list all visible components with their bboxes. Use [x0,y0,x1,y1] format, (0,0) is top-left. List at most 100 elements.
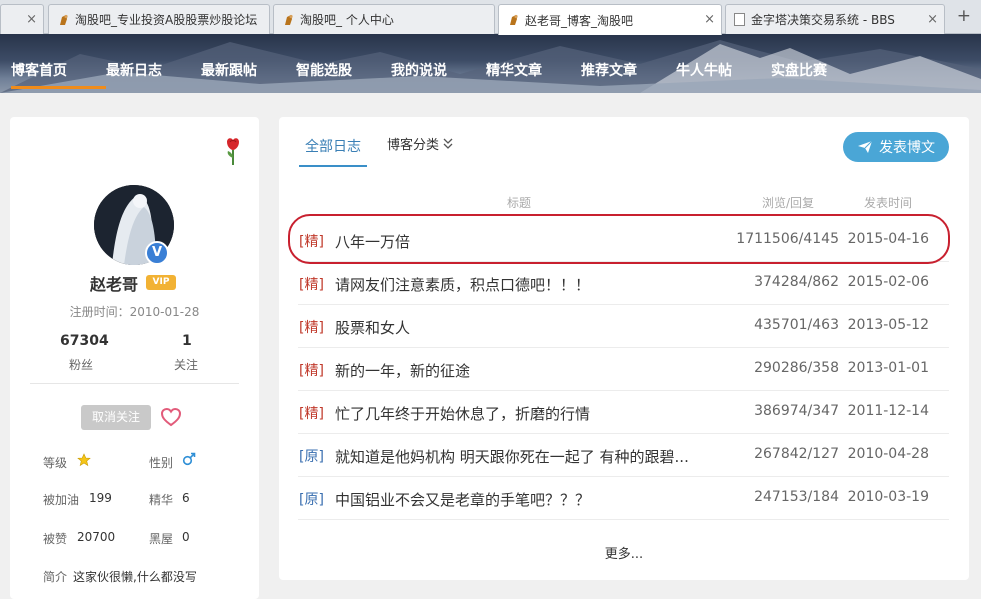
paper-plane-icon [858,140,873,153]
post-tag: [精] [299,234,324,250]
post-views: 374284/862 [754,274,839,290]
post-title-link[interactable]: 股票和女人 [335,317,730,338]
new-tab-button[interactable]: + [957,6,971,26]
post-views: 267842/127 [754,446,839,462]
post-views: 247153/184 [754,489,839,505]
site-banner: 博客首页 最新日志 最新跟帖 智能选股 我的说说 精华文章 推荐文章 牛人牛帖 … [0,34,981,93]
post-title-link[interactable]: 中国铝业不会又是老章的手笔吧？？？ [335,489,730,510]
browser-tab-personal-center[interactable]: 淘股吧_ 个人中心 [273,4,495,34]
browser-tab-title: 淘股吧_ 个人中心 [300,13,394,27]
close-icon[interactable]: × [704,12,715,27]
column-header-views: 浏览/回复 [762,196,815,210]
browser-tab-strip: × 淘股吧_专业投资A股股票炒股论坛 淘股吧_ 个人中心 赵老哥_博客_淘股吧 … [0,0,981,35]
nav-blog-home[interactable]: 博客首页 [11,34,106,93]
essence-value: 6 [182,491,190,505]
column-header-date: 发表时间 [864,196,913,210]
nav-recommended-articles[interactable]: 推荐文章 [581,34,676,93]
follow-count[interactable]: 1 [182,333,192,349]
tab-blog-category[interactable]: 博客分类 [387,137,439,155]
browser-tab-blog-active[interactable]: 赵老哥_博客_淘股吧 × [498,4,722,35]
star-icon [77,453,91,467]
fans-label: 粉丝 [69,358,94,372]
browser-tab-bbs[interactable]: 金字塔决策交易系统 - BBS × [725,4,945,34]
post-title-link[interactable]: 就知道是他妈机构 明天跟你死在一起了 有种的跟碧... [335,446,730,467]
male-icon [182,452,196,466]
table-row[interactable]: [精] 新的一年，新的征途 290286/358 2013-01-01 [298,348,949,391]
post-title-link[interactable]: 八年一万倍 [335,231,730,252]
post-date: 2013-05-12 [847,317,929,333]
blackroom-label: 黑屋 [149,532,174,546]
nav-latest-logs[interactable]: 最新日志 [106,34,201,93]
liked-label: 被赞 [43,532,68,546]
cheer-label: 被加油 [43,493,80,507]
post-tag: [原] [299,449,324,465]
username: 赵老哥 [90,275,139,294]
nav-latest-replies[interactable]: 最新跟帖 [201,34,296,93]
table-row[interactable]: [精] 请网友们注意素质，积点口德吧！！！ 374284/862 2015-02… [298,262,949,305]
post-title-link[interactable]: 请网友们注意素质，积点口德吧！！！ [335,274,730,295]
browser-tab-title: 赵老哥_博客_淘股吧 [525,13,634,28]
taoguba-favicon-icon [60,14,68,25]
blackroom-value: 0 [182,530,190,544]
level-label: 等级 [43,456,68,470]
liked-value: 20700 [77,530,116,544]
column-header-title: 标题 [507,196,532,210]
profile-card: V 赵老哥 VIP 注册时间：2010-01-28 67304 粉丝 1 关注 … [10,117,259,599]
browser-tab-partial[interactable]: × [0,4,44,34]
tab-all-logs[interactable]: 全部日志 [299,137,367,167]
post-views: 1711506/4145 [736,231,839,247]
more-link[interactable]: 更多... [279,543,969,562]
essence-label: 精华 [149,493,174,507]
fans-count[interactable]: 67304 [60,333,109,349]
rose-icon[interactable] [222,136,244,166]
post-date: 2010-03-19 [847,489,929,505]
bio-label: 简介 [43,570,68,584]
post-date: 2015-04-16 [847,231,929,247]
post-views: 290286/358 [754,360,839,376]
nav-live-contest[interactable]: 实盘比赛 [771,34,866,93]
main-nav: 博客首页 最新日志 最新跟帖 智能选股 我的说说 精华文章 推荐文章 牛人牛帖 … [0,34,866,93]
post-date: 2010-04-28 [847,446,929,462]
table-row[interactable]: [精] 股票和女人 435701/463 2013-05-12 [298,305,949,348]
cheer-value: 199 [89,491,112,505]
document-favicon-icon [734,13,745,26]
post-tag: [原] [299,492,324,508]
close-icon[interactable]: × [927,12,938,27]
browser-tab-title: 淘股吧_专业投资A股股票炒股论坛 [75,13,258,27]
post-tag: [精] [299,363,324,379]
register-date: 注册时间：2010-01-28 [69,305,200,319]
verified-badge-icon: V [145,241,169,265]
double-chevron-down-icon[interactable] [442,137,454,151]
table-row[interactable]: [精] 忙了几年终于开始休息了，折磨的行情 386974/347 2011-12… [298,391,949,434]
close-icon[interactable]: × [26,12,37,27]
taoguba-favicon-icon [285,14,293,25]
nav-my-posts[interactable]: 我的说说 [391,34,486,93]
post-tag: [精] [299,406,324,422]
nav-smart-picks[interactable]: 智能选股 [296,34,391,93]
profile-divider [30,383,239,384]
publish-post-button[interactable]: 发表博文 [843,132,949,162]
blog-list-panel: 全部日志 博客分类 发表博文 标题 浏览/回复 发表时间 [精] 八年一万倍 1… [279,117,969,580]
vip-badge: VIP [146,275,176,290]
post-date: 2013-01-01 [847,360,929,376]
post-date: 2015-02-06 [847,274,929,290]
nav-top-posts[interactable]: 牛人牛帖 [676,34,771,93]
post-tag: [精] [299,277,324,293]
publish-post-label: 发表博文 [879,140,935,156]
browser-tab-taoguba-home[interactable]: 淘股吧_专业投资A股股票炒股论坛 [48,4,270,34]
taoguba-favicon-icon [510,14,518,25]
follow-label: 关注 [174,358,199,372]
table-row[interactable]: [原] 中国铝业不会又是老章的手笔吧？？？ 247153/184 2010-03… [298,477,949,520]
table-row[interactable]: [原] 就知道是他妈机构 明天跟你死在一起了 有种的跟碧... 267842/1… [298,434,949,477]
table-row[interactable]: [精] 八年一万倍 1711506/4145 2015-04-16 [298,219,949,262]
bio-value: 这家伙很懒,什么都没写 [73,570,197,584]
post-title-link[interactable]: 新的一年，新的征途 [335,360,730,381]
heart-icon[interactable] [160,407,182,427]
post-tag: [精] [299,320,324,336]
post-views: 435701/463 [754,317,839,333]
unfollow-button[interactable]: 取消关注 [81,405,151,430]
nav-essence-articles[interactable]: 精华文章 [486,34,581,93]
post-title-link[interactable]: 忙了几年终于开始休息了，折磨的行情 [335,403,730,424]
post-views: 386974/347 [754,403,839,419]
gender-label: 性别 [149,456,174,470]
